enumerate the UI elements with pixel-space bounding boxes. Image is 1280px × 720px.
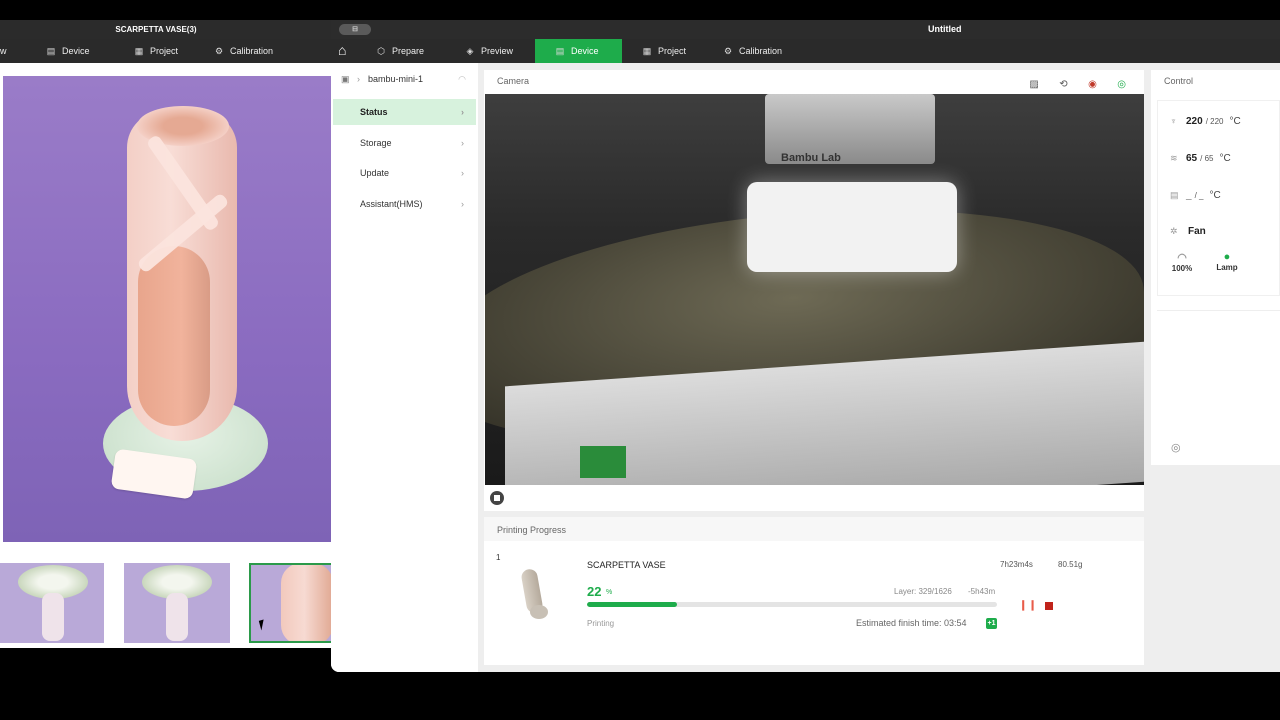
tab-calibration[interactable]: ⚙ Calibration bbox=[214, 39, 273, 63]
product-photo bbox=[3, 76, 333, 542]
filament-weight: 80.51g bbox=[1058, 560, 1083, 569]
tab-device[interactable]: ▤ Device bbox=[535, 39, 622, 63]
lamp-icon: ● bbox=[1223, 251, 1231, 263]
device-name: bambu-mini-1 bbox=[368, 74, 424, 84]
printer-icon: ▣ bbox=[341, 74, 350, 84]
progress-label: Printing Progress bbox=[497, 525, 567, 535]
sd-card-icon[interactable]: ▨ bbox=[1029, 79, 1038, 90]
home-icon[interactable]: ⌂ bbox=[338, 42, 346, 59]
extra-control-card: ◎ bbox=[1157, 310, 1280, 455]
layer-count: Layer: 329/1626 bbox=[894, 587, 952, 596]
title-bar: ⊟ Untitled bbox=[331, 20, 1280, 39]
sidebar-item-storage[interactable]: Storage › bbox=[333, 130, 476, 156]
tab-preview-partial[interactable]: w bbox=[0, 39, 7, 63]
tab-bar: w ▤ Device ▦ Project ⚙ Calibration bbox=[0, 39, 340, 63]
model-thumbnail bbox=[518, 567, 548, 619]
device-icon: ▤ bbox=[555, 46, 565, 56]
thumbnail[interactable] bbox=[124, 563, 230, 643]
fan-row[interactable]: ✲ Fan bbox=[1170, 223, 1206, 239]
stop-print-button[interactable] bbox=[1045, 602, 1053, 610]
total-time: 7h23m4s bbox=[1000, 560, 1033, 569]
device-selector[interactable]: ▣ › bambu-mini-1 ◠ bbox=[331, 63, 478, 95]
system-menubar bbox=[0, 0, 1280, 20]
record-icon[interactable]: ◉ bbox=[1088, 79, 1097, 90]
finish-time: Estimated finish time: 03:54 bbox=[856, 618, 967, 628]
progress-bar-fill bbox=[587, 602, 678, 607]
pause-button[interactable]: ❙❙ bbox=[1019, 600, 1038, 611]
layers-icon: ◈ bbox=[466, 46, 474, 56]
print-status: Printing bbox=[587, 619, 615, 628]
thumbnail[interactable] bbox=[0, 563, 104, 643]
nozzle-icon: ♆ bbox=[1170, 116, 1177, 126]
camera-settings-icon[interactable]: ◎ bbox=[1117, 79, 1126, 90]
window-control-pill[interactable]: ⊟ bbox=[339, 24, 371, 35]
window-title: Untitled bbox=[928, 24, 962, 34]
bed-temp-row[interactable]: ≋ 65/ 65 °C bbox=[1170, 150, 1231, 166]
chevron-right-icon: › bbox=[461, 138, 464, 148]
chevron-right-icon: › bbox=[461, 168, 464, 178]
device-sidebar: ▣ › bambu-mini-1 ◠ Status › Storage › Upda… bbox=[331, 63, 478, 672]
chamber-temp-row[interactable]: ▤ _ / _ °C bbox=[1170, 187, 1221, 203]
main-window: ⊟ Untitled ⌂ ⬡ Prepare ◈ Preview ▤ Device ▦… bbox=[331, 20, 1280, 672]
progress-bar bbox=[587, 602, 997, 607]
window-title: SCARPETTA VASE(3) bbox=[0, 20, 340, 39]
day-offset-badge: +1 bbox=[986, 618, 997, 629]
progress-percent: 22 bbox=[587, 584, 602, 599]
sidebar-item-status[interactable]: Status › bbox=[333, 99, 476, 125]
camera-label: Camera bbox=[497, 76, 530, 86]
filament-icon[interactable]: ◎ bbox=[1171, 441, 1181, 454]
chevron-right-icon: › bbox=[461, 199, 464, 209]
progress-card: 1 SCARPETTA VASE 7h23m4s 80.51g 22 % Lay… bbox=[484, 541, 1144, 665]
calibration-icon: ⚙ bbox=[723, 46, 733, 56]
temperature-card: ♆ 220/ 220 °C ≋ 65/ 65 °C ▤ _ / _ °C ✲ Fan ◠ 100%… bbox=[1157, 100, 1280, 296]
cube-icon: ⬡ bbox=[377, 46, 385, 56]
job-name: SCARPETTA VASE bbox=[587, 560, 666, 570]
control-panel: Control ♆ 220/ 220 °C ≋ 65/ 65 °C ▤ _ / _ °C ✲ F… bbox=[1151, 70, 1280, 465]
chevron-right-icon: › bbox=[357, 74, 360, 84]
control-label: Control bbox=[1164, 76, 1194, 86]
camera-toolbar: ▨ ⟲ ◉ ◎ bbox=[1013, 74, 1126, 90]
timelapse-icon[interactable]: ⟲ bbox=[1059, 79, 1067, 90]
calibration-icon: ⚙ bbox=[214, 46, 224, 56]
chevron-right-icon: › bbox=[461, 107, 464, 117]
sidebar-item-assistant[interactable]: Assistant(HMS) › bbox=[333, 191, 476, 217]
chamber-icon: ▤ bbox=[1170, 190, 1179, 200]
project-icon: ▦ bbox=[134, 46, 144, 56]
fan-icon: ✲ bbox=[1170, 226, 1178, 236]
video-controls bbox=[484, 485, 1144, 511]
tab-device[interactable]: ▤ Device bbox=[46, 39, 90, 63]
plate-number: 1 bbox=[496, 553, 501, 562]
tab-preview[interactable]: ◈ Preview bbox=[465, 39, 535, 63]
percent-symbol: % bbox=[606, 589, 613, 596]
device-icon: ▤ bbox=[46, 46, 56, 56]
camera-panel: Camera ▨ ⟲ ◉ ◎ Bambu Lab bbox=[484, 70, 1144, 511]
main-tab-bar: ⌂ ⬡ Prepare ◈ Preview ▤ Device ▦ Project ⚙ Ca… bbox=[331, 39, 1280, 63]
background-window: SCARPETTA VASE(3) w ▤ Device ▦ Project ⚙ Ca… bbox=[0, 20, 340, 648]
thumbnail-strip bbox=[0, 563, 340, 645]
tab-calibration[interactable]: ⚙ Calibration bbox=[723, 39, 823, 63]
stop-video-button[interactable] bbox=[490, 491, 504, 505]
speed-gauge-icon: ◠ bbox=[1177, 252, 1187, 264]
video-overlay-text: Bambu Lab bbox=[781, 152, 841, 164]
remaining-time: -5h43m bbox=[968, 587, 996, 596]
printing-progress-panel: Printing Progress 1 SCARPETTA VASE 7h23m… bbox=[484, 517, 1144, 665]
camera-feed[interactable]: Bambu Lab bbox=[485, 94, 1144, 485]
speed-control[interactable]: ◠ 100% bbox=[1162, 251, 1202, 273]
nozzle-temp-row[interactable]: ♆ 220/ 220 °C bbox=[1170, 113, 1241, 129]
wifi-icon: ◠ bbox=[458, 74, 466, 84]
project-icon: ▦ bbox=[642, 46, 652, 56]
tab-project[interactable]: ▦ Project bbox=[642, 39, 722, 63]
print-object bbox=[747, 182, 957, 272]
sidebar-item-update[interactable]: Update › bbox=[333, 160, 476, 186]
tab-project[interactable]: ▦ Project bbox=[134, 39, 178, 63]
thumbnail-selected[interactable] bbox=[249, 563, 333, 643]
bed-icon: ≋ bbox=[1170, 153, 1178, 163]
lamp-toggle[interactable]: ● Lamp bbox=[1207, 251, 1247, 272]
